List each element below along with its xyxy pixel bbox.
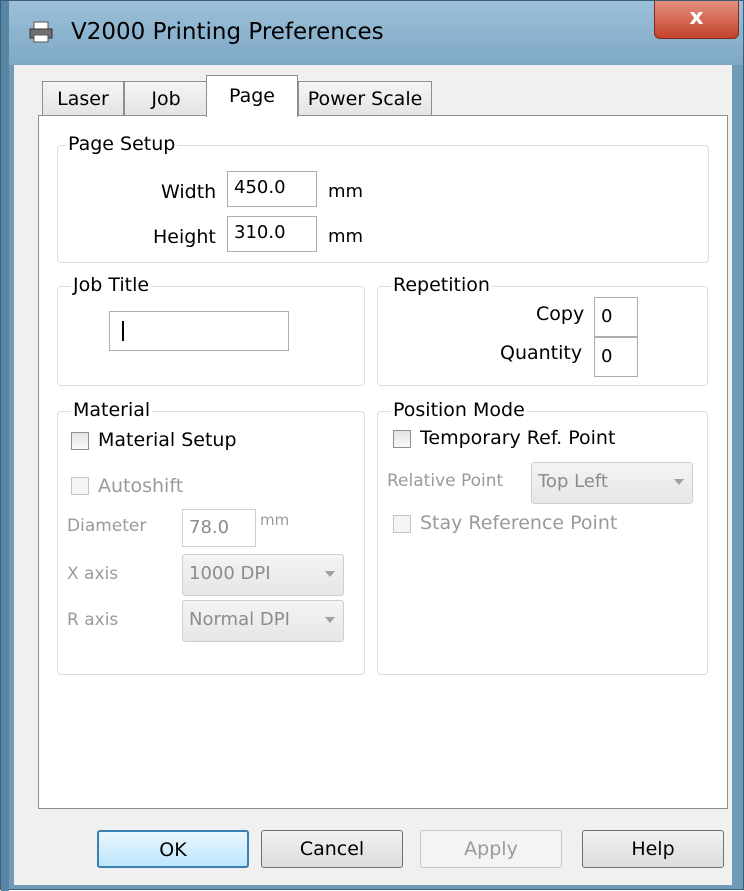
apply-button[interactable]: Apply — [420, 830, 562, 868]
chevron-down-icon — [674, 479, 684, 485]
diameter-unit: mm — [260, 511, 290, 529]
material-label: Material — [71, 399, 153, 421]
repetition-group — [377, 286, 708, 386]
position-mode-group — [377, 411, 708, 675]
stay-reference-point-label[interactable]: Stay Reference Point — [420, 512, 617, 534]
copy-label: Copy — [536, 303, 585, 325]
height-label: Height — [153, 226, 216, 248]
quantity-input[interactable]: 0 — [594, 337, 638, 377]
r-axis-select[interactable]: Normal DPI — [182, 600, 344, 642]
height-input[interactable]: 310.0 — [227, 216, 317, 252]
tab-page[interactable]: Page — [206, 75, 298, 117]
window-frame — [1, 1, 9, 891]
x-axis-label: X axis — [67, 564, 119, 584]
chevron-down-icon — [325, 571, 335, 577]
cancel-button[interactable]: Cancel — [261, 830, 403, 868]
quantity-label: Quantity — [500, 342, 583, 364]
r-axis-value: Normal DPI — [189, 609, 290, 630]
repetition-label: Repetition — [391, 274, 492, 296]
relative-point-value: Top Left — [538, 471, 608, 492]
diameter-input[interactable]: 78.0 — [182, 509, 256, 547]
tab-power-scale[interactable]: Power Scale — [298, 81, 432, 117]
x-axis-value: 1000 DPI — [189, 563, 271, 584]
material-setup-checkbox[interactable] — [71, 432, 89, 450]
r-axis-label: R axis — [67, 610, 119, 630]
printing-preferences-window: V2000 Printing Preferences x Laser Job P… — [0, 0, 744, 891]
relative-point-select[interactable]: Top Left — [531, 462, 693, 504]
printer-icon — [29, 21, 53, 43]
width-input[interactable]: 450.0 — [227, 171, 317, 207]
close-button[interactable]: x — [654, 1, 739, 39]
stay-reference-point-checkbox[interactable] — [393, 515, 411, 533]
material-setup-label[interactable]: Material Setup — [98, 429, 237, 451]
chevron-down-icon — [325, 617, 335, 623]
help-button[interactable]: Help — [582, 830, 724, 868]
width-label: Width — [161, 181, 217, 203]
position-mode-label: Position Mode — [391, 399, 527, 421]
relative-point-label: Relative Point — [387, 471, 504, 491]
title-bar[interactable]: V2000 Printing Preferences — [9, 1, 743, 65]
job-title-input[interactable] — [109, 311, 289, 351]
x-axis-select[interactable]: 1000 DPI — [182, 554, 344, 596]
autoshift-label[interactable]: Autoshift — [98, 475, 183, 497]
ok-button[interactable]: OK — [97, 830, 249, 868]
tab-job[interactable]: Job — [124, 81, 208, 117]
page-setup-label: Page Setup — [66, 133, 178, 155]
diameter-label: Diameter — [67, 516, 147, 536]
height-unit: mm — [328, 226, 364, 247]
temporary-ref-point-label[interactable]: Temporary Ref. Point — [420, 427, 615, 449]
window-title: V2000 Printing Preferences — [71, 19, 384, 45]
autoshift-checkbox[interactable] — [71, 477, 89, 495]
copy-input[interactable]: 0 — [594, 297, 638, 337]
text-caret — [122, 321, 124, 341]
job-title-label: Job Title — [71, 274, 152, 296]
width-unit: mm — [328, 181, 364, 202]
temporary-ref-point-checkbox[interactable] — [393, 430, 411, 448]
tab-laser[interactable]: Laser — [42, 81, 124, 117]
